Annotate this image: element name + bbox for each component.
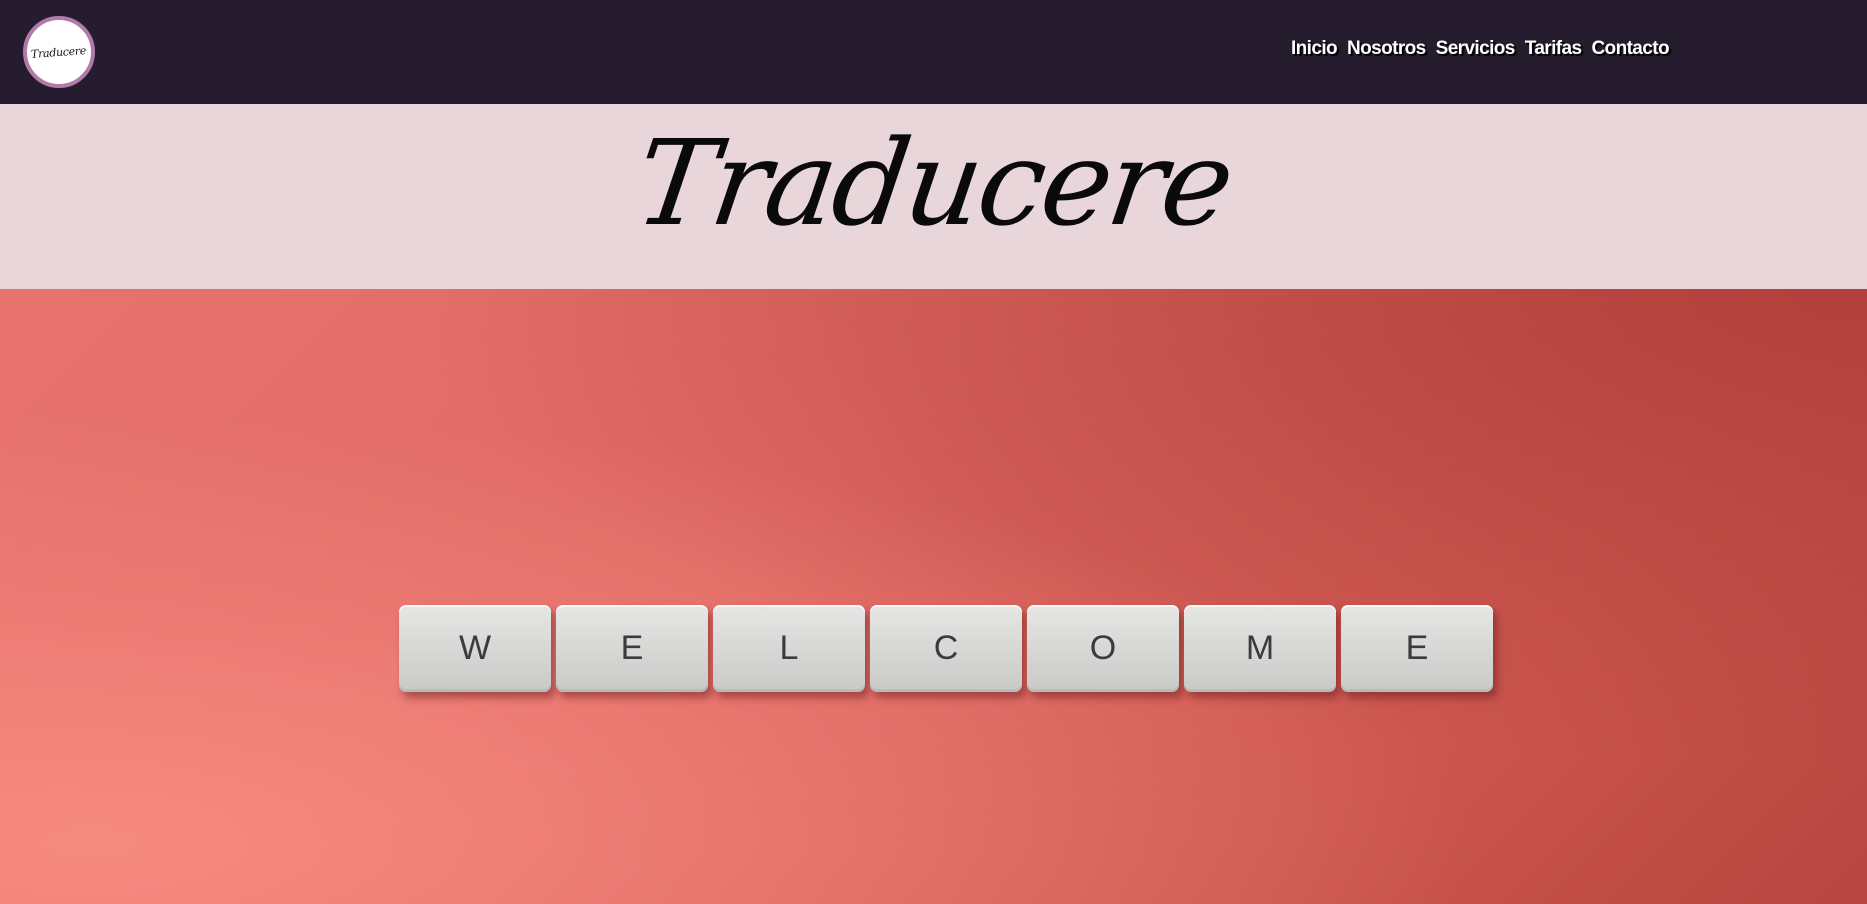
letter-tile: L bbox=[713, 605, 865, 692]
tile-letter: E bbox=[620, 629, 644, 667]
logo-text: Traducere bbox=[31, 43, 87, 61]
welcome-tiles: W E L C O M E bbox=[399, 605, 1493, 692]
tile-letter: M bbox=[1245, 629, 1275, 667]
tile-letter: W bbox=[458, 629, 492, 667]
tile-letter: E bbox=[1405, 629, 1429, 667]
top-navbar: Traducere Inicio Nosotros Servicios Tari… bbox=[0, 0, 1867, 104]
letter-tile: O bbox=[1027, 605, 1179, 692]
hero-image: W E L C O M E bbox=[0, 289, 1867, 904]
nav-link-servicios[interactable]: Servicios bbox=[1436, 38, 1516, 60]
brand-banner: Traducere bbox=[0, 104, 1867, 289]
site-logo[interactable]: Traducere bbox=[23, 16, 95, 88]
letter-tile: E bbox=[1341, 605, 1493, 692]
main-nav: Inicio Nosotros Servicios Tarifas Contac… bbox=[1291, 38, 1670, 60]
letter-tile: W bbox=[399, 605, 551, 692]
nav-link-contacto[interactable]: Contacto bbox=[1591, 38, 1669, 60]
nav-link-inicio[interactable]: Inicio bbox=[1291, 38, 1338, 60]
letter-tile: E bbox=[556, 605, 708, 692]
letter-tile: C bbox=[870, 605, 1022, 692]
nav-link-nosotros[interactable]: Nosotros bbox=[1347, 38, 1426, 60]
tile-letter: C bbox=[933, 629, 959, 667]
tile-letter: O bbox=[1089, 629, 1117, 667]
brand-title: Traducere bbox=[627, 114, 1240, 252]
letter-tile: M bbox=[1184, 605, 1336, 692]
tile-letter: L bbox=[779, 629, 799, 667]
nav-link-tarifas[interactable]: Tarifas bbox=[1525, 38, 1582, 60]
